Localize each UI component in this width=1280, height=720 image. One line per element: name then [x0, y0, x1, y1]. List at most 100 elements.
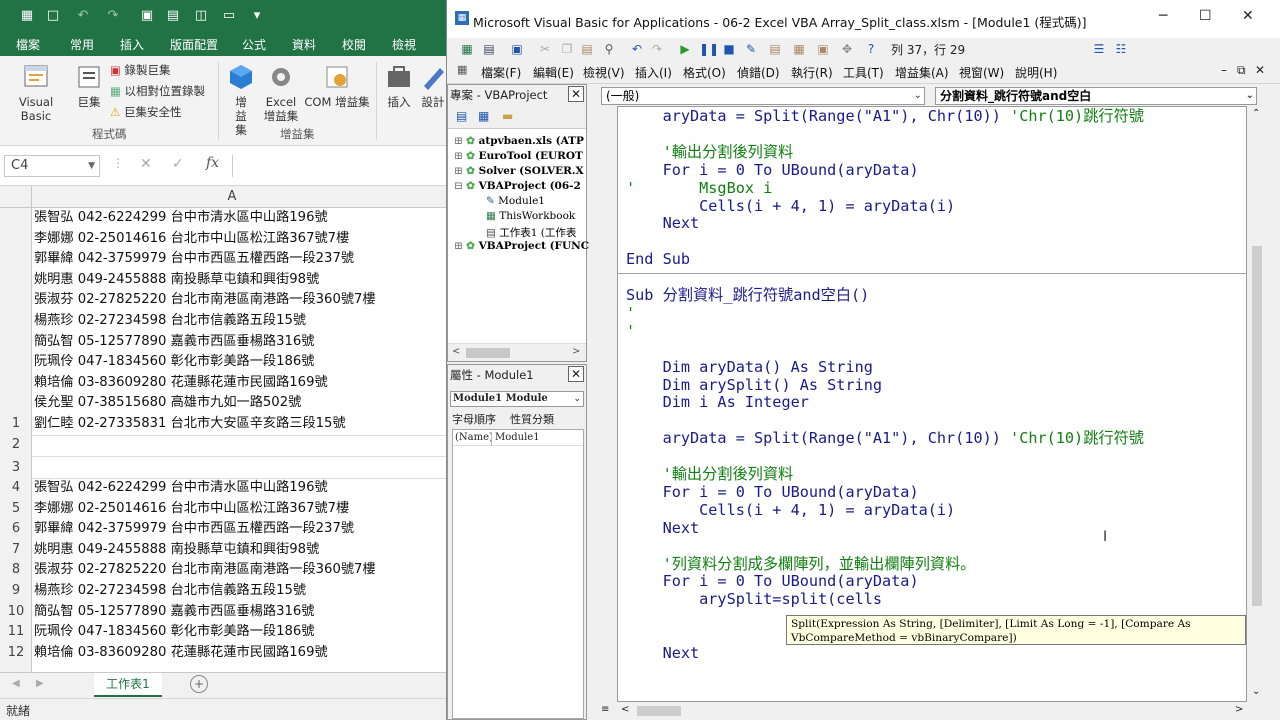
cell-a-line[interactable]: 郭畢緯 042-3759979 台中市西區五權西路一段237號: [32, 249, 448, 270]
code-line[interactable]: ': [626, 304, 635, 322]
table-row[interactable]: 郭畢緯 042-3759979 台中市西區五權西路一段237號: [32, 519, 448, 540]
row-header[interactable]: 6: [0, 519, 32, 540]
code-line[interactable]: Next: [626, 644, 700, 662]
code-line[interactable]: ': [626, 322, 635, 340]
code-line[interactable]: End Sub: [626, 250, 690, 268]
save-icon[interactable]: ▣: [138, 7, 156, 25]
code-line[interactable]: For i = 0 To UBound(aryData): [626, 483, 919, 501]
tab-data[interactable]: 資料: [292, 36, 316, 53]
view-excel-icon[interactable]: ▦: [459, 41, 475, 57]
undo-icon[interactable]: ↶: [74, 7, 92, 25]
tab-review[interactable]: 校閱: [342, 36, 366, 53]
horizontal-scrollbar[interactable]: ≡ < >: [601, 702, 1247, 720]
cancel-icon[interactable]: ✕: [140, 156, 152, 172]
record-macro-button[interactable]: ▣ 錄製巨集: [110, 62, 171, 78]
design-mode-icon[interactable]: ✎: [743, 41, 759, 57]
macros-button[interactable]: 巨集: [72, 62, 106, 109]
cell-a-line[interactable]: 侯允聖 07-38515680 高雄市九如一路502號: [32, 393, 448, 414]
code-line[interactable]: '輸出分割後列資料: [626, 143, 794, 161]
code-line[interactable]: '列資料分割成多欄陣列，並輸出欄陣列資料。: [626, 555, 976, 573]
close-icon[interactable]: ✕: [568, 86, 584, 102]
tree-item-vbaproject-06-2[interactable]: ⊟ ✿ VBAProject (06-2: [454, 180, 581, 192]
scroll-left-icon[interactable]: <: [452, 346, 460, 357]
tree-item-module1[interactable]: ✎ Module1: [486, 195, 545, 207]
save-icon[interactable]: ▣: [509, 41, 525, 57]
scroll-right-icon[interactable]: >: [572, 346, 580, 357]
row-header[interactable]: 4: [0, 478, 32, 499]
code-line[interactable]: aryData = Split(Range("A1"), Chr(10)) 'C…: [626, 429, 1144, 447]
quick-print-icon[interactable]: ▤: [164, 7, 182, 25]
child-close-icon[interactable]: ✕: [1255, 63, 1265, 77]
code-line[interactable]: aryData = Split(Range("A1"), Chr(10)) 'C…: [626, 107, 1144, 125]
tab-file[interactable]: 檔案: [16, 36, 40, 53]
com-addins-button[interactable]: COM 增益集: [302, 62, 372, 109]
code-line[interactable]: Sub 分割資料_跳行符號and空白(): [626, 286, 869, 304]
undo-icon[interactable]: ↶: [629, 41, 645, 57]
table-row[interactable]: 簡弘智 05-12577890 嘉義市西區垂楊路316號: [32, 602, 448, 623]
code-line[interactable]: For i = 0 To UBound(aryData): [626, 161, 919, 179]
horizontal-scrollbar[interactable]: < >: [448, 343, 586, 361]
menu-debug[interactable]: 偵錯(D): [737, 64, 780, 81]
table-row[interactable]: 賴培倫 03-83609280 花蓮縣花蓮市民國路169號: [32, 643, 448, 664]
cell-a-line[interactable]: 張淑芬 02-27825220 台北市南港區南港路一段360號7樓: [32, 290, 448, 311]
cell-a-line[interactable]: 李娜娜 02-25014616 台北市中山區松江路367號7樓: [32, 229, 448, 250]
row-header[interactable]: 2: [0, 435, 32, 456]
relative-ref-button[interactable]: ▦ 以相對位置錄製: [110, 83, 205, 99]
scroll-thumb[interactable]: [466, 348, 510, 358]
vertical-scrollbar[interactable]: ⌃ ⌄: [1249, 106, 1265, 702]
menu-insert[interactable]: 插入(I): [635, 64, 672, 81]
scroll-right-icon[interactable]: >: [1235, 704, 1243, 715]
property-row-name[interactable]: (Name) Module1: [453, 432, 583, 446]
cell-a-line[interactable]: 劉仁睦 02-27335831 台北市大安區辛亥路三段15號: [32, 414, 448, 435]
open-icon[interactable]: ▭: [220, 7, 238, 25]
sheet-tab-1[interactable]: 工作表1: [94, 673, 162, 697]
menu-tools[interactable]: 工具(T): [843, 64, 884, 81]
row-header[interactable]: 10: [0, 602, 32, 623]
toggle-folders-icon[interactable]: ▬: [502, 109, 513, 123]
row-header[interactable]: 7: [0, 540, 32, 561]
child-restore-icon[interactable]: ⧉: [1237, 63, 1246, 78]
break-icon[interactable]: ❚❚: [699, 41, 719, 57]
select-all-corner[interactable]: [0, 186, 32, 208]
table-row[interactable]: 姚明惠 049-2455888 南投縣草屯鎮和興街98號: [32, 540, 448, 561]
tab-insert[interactable]: 插入: [120, 36, 144, 53]
paste-icon[interactable]: ▤: [579, 41, 595, 57]
run-icon[interactable]: ▶: [677, 41, 693, 57]
redo-icon[interactable]: ↷: [649, 41, 665, 57]
properties-window-icon[interactable]: ▦: [791, 41, 807, 57]
menu-view[interactable]: 檢視(V): [583, 64, 625, 81]
addins-button[interactable]: 增益集: [222, 62, 260, 137]
code-line[interactable]: Dim i As Integer: [626, 393, 809, 411]
code-line[interactable]: Cells(i + 4, 1) = aryData(i): [626, 501, 955, 519]
design-mode-button[interactable]: 設計: [418, 62, 448, 109]
visual-basic-button[interactable]: Visual Basic: [4, 62, 68, 123]
customize-qat-icon[interactable]: ▾: [248, 7, 266, 25]
view-code-icon[interactable]: ▤: [456, 109, 467, 123]
close-icon[interactable]: ✕: [1242, 8, 1254, 24]
reset-icon[interactable]: ■: [721, 41, 737, 57]
menu-edit[interactable]: 編輯(E): [533, 64, 574, 81]
column-header-a[interactable]: A: [32, 186, 432, 208]
add-sheet-icon[interactable]: +: [190, 675, 208, 693]
tab-view[interactable]: 檢視: [392, 36, 416, 53]
tree-item-solver[interactable]: ⊞ ✿ Solver (SOLVER.X: [454, 165, 584, 177]
scroll-up-icon[interactable]: ⌃: [1252, 108, 1260, 119]
tab-home[interactable]: 常用: [70, 36, 94, 53]
code-line[interactable]: '輸出分割後列資料: [626, 465, 794, 483]
worksheet-grid[interactable]: 張智弘 042-6224299 台中市清水區中山路196號 李娜娜 02-2501…: [32, 208, 448, 672]
row-header[interactable]: 9: [0, 581, 32, 602]
object-dropdown[interactable]: Module1 Module ⌄: [450, 391, 584, 407]
insert-userform-icon[interactable]: ▤: [481, 41, 497, 57]
cell-a-line[interactable]: 張智弘 042-6224299 台中市清水區中山路196號: [32, 208, 448, 229]
find-icon[interactable]: ⚲: [601, 41, 617, 57]
tab-alphabetic[interactable]: 字母順序: [452, 411, 496, 427]
tab-categorized[interactable]: 性質分類: [510, 411, 554, 427]
procedure-view-icon[interactable]: ≡: [601, 704, 609, 715]
maximize-icon[interactable]: ☐: [1199, 8, 1212, 24]
name-box[interactable]: C4 ▼: [4, 155, 100, 177]
row-header[interactable]: 3: [0, 458, 32, 479]
code-line[interactable]: arySplit=split(cells: [626, 590, 882, 608]
indent-icon[interactable]: ☰: [1091, 41, 1107, 57]
property-name-value[interactable]: Module1: [495, 432, 540, 443]
tree-item-atpvbaen[interactable]: ⊞ ✿ atpvbaen.xls (ATP: [454, 135, 584, 147]
